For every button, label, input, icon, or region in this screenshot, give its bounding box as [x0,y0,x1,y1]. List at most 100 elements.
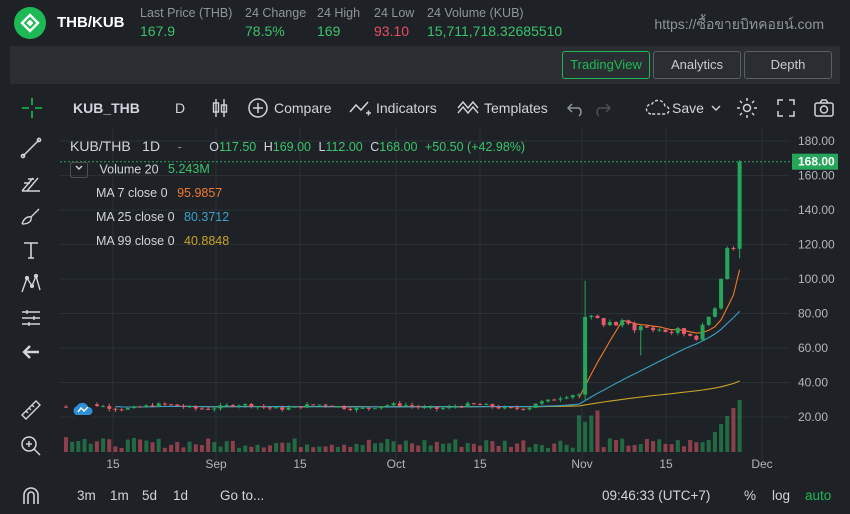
cloud-logo-icon [73,402,93,415]
candle [434,406,439,412]
candle [706,316,711,327]
candle-type-icon[interactable] [208,96,232,120]
volume-bar [366,439,371,452]
candle-body [533,403,538,408]
candle [552,398,557,401]
volume-bar [521,440,526,452]
site-url[interactable]: https://ซื้อขายบิทคอยน์.com [654,14,824,36]
candle [657,328,662,332]
brush-icon[interactable] [19,204,43,228]
volume-bar [267,445,272,452]
collapse-legend-button[interactable] [70,162,88,178]
candle [465,401,470,408]
volume-bar [614,440,619,452]
volume-bar [669,444,674,452]
settings-gear-icon[interactable] [735,96,759,120]
text-tool-icon[interactable] [19,238,43,262]
volume-bar [737,400,742,452]
chart-canvas[interactable] [60,128,790,462]
interval-selector[interactable]: D [175,97,185,119]
volume-bar [651,441,656,452]
crosshair-icon[interactable] [20,96,44,120]
tab-tradingview[interactable]: TradingView [562,51,650,79]
volume-bar [82,438,87,452]
candle [583,280,588,400]
stat-24-high: 24 High 169 [317,6,360,39]
candle-body [416,406,421,408]
volume-bar [286,442,291,452]
volume-bar [70,441,75,452]
zoom-in-icon[interactable] [19,434,43,458]
candle [663,329,668,333]
volume-bar [101,438,106,452]
volume-bar [644,438,649,452]
candle-body [144,405,149,408]
cloud-icon[interactable] [644,96,672,120]
volume-bar [397,444,402,452]
time-axis[interactable]: 15 Sep 15 Oct 15 Nov 15 Dec [60,452,790,476]
templates-icon[interactable] [456,96,480,120]
candle-body [515,407,520,409]
price-axis[interactable]: 180.00 160.00 140.00 120.00 100.00 80.00 60.00… [790,128,840,462]
log-toggle[interactable]: log [772,488,790,503]
volume-bar [76,441,81,452]
candle-body [459,406,464,408]
range-3m-button[interactable]: 3m [77,488,96,503]
range-1d-button[interactable]: 1d [173,488,188,503]
tab-analytics[interactable]: Analytics [653,51,741,79]
candle-body [651,327,656,331]
candle-body [589,315,594,317]
candle-body [502,407,507,409]
chevron-down-icon[interactable] [709,96,723,120]
time-tick-label: 15 [106,457,120,471]
candle-body [447,406,452,409]
stat-label: 24 Change [245,6,307,20]
volume-bar [342,444,347,452]
range-1m-button[interactable]: 1m [110,488,129,503]
fullscreen-icon[interactable] [774,96,798,120]
compare-add-icon[interactable] [246,96,270,120]
candle-body [243,403,248,406]
volume-bar [502,440,507,452]
goto-button[interactable]: Go to... [220,488,264,503]
candle-body [181,405,186,408]
candle [601,317,606,328]
candle [626,319,631,326]
candle [298,406,303,410]
compare-button[interactable]: Compare [274,97,332,119]
measure-tool-icon[interactable] [19,306,43,330]
tab-depth[interactable]: Depth [744,51,832,79]
symbol-selector[interactable]: KUB_THB [73,97,140,119]
candle [169,403,174,406]
candle [255,406,260,410]
candle [546,399,551,403]
candle [131,405,136,409]
pattern-tool-icon[interactable] [19,272,43,296]
watermark-logo [70,398,96,420]
save-button[interactable]: Save [672,97,704,119]
indicators-button[interactable]: Indicators [376,97,437,119]
percent-toggle[interactable]: % [744,488,756,503]
indicators-icon[interactable] [348,96,372,120]
ruler-icon[interactable] [19,398,43,422]
templates-button[interactable]: Templates [484,97,548,119]
trend-line-icon[interactable] [19,136,43,160]
clock-display[interactable]: 09:46:33 (UTC+7) [602,488,710,503]
volume-bar [144,440,149,452]
candle [243,403,248,409]
undo-icon[interactable] [564,96,588,120]
fib-tool-icon[interactable] [19,170,43,194]
auto-toggle[interactable]: auto [805,488,831,503]
range-5d-button[interactable]: 5d [142,488,157,503]
candle-body [564,397,569,399]
legend-symbol: KUB/THB [70,138,131,154]
stat-value: 169 [317,23,341,39]
candle [595,314,600,319]
candle [342,404,347,411]
price-chart[interactable]: KUB/THB 1D - O117.50 H169.00 L112.00 C16… [60,128,790,462]
camera-icon[interactable] [812,96,836,120]
back-arrow-icon[interactable] [19,340,43,364]
candle-body [261,406,266,408]
redo-icon[interactable] [590,96,614,120]
volume-bar [373,443,377,452]
